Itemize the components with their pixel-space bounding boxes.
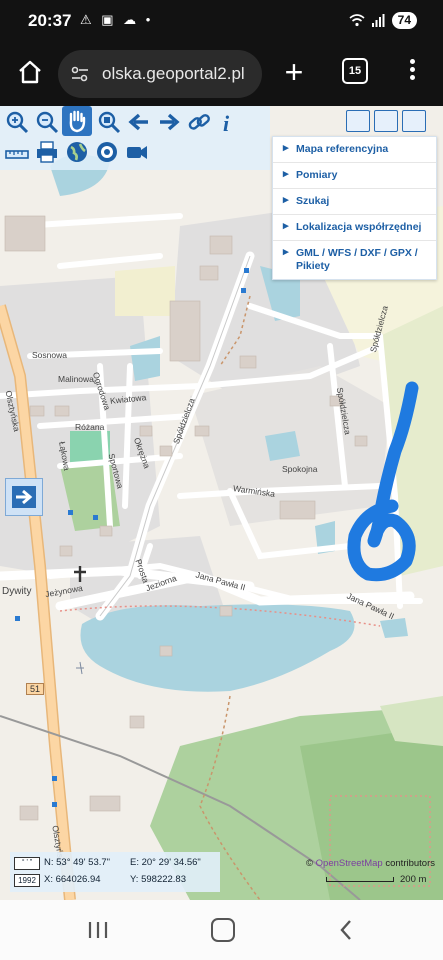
- svg-text:i: i: [223, 111, 230, 135]
- dms-format-toggle[interactable]: ° ' ": [14, 857, 40, 870]
- link-icon[interactable]: [186, 109, 212, 135]
- road-shield: 51: [26, 683, 45, 695]
- epsg-selector[interactable]: 1992: [14, 874, 40, 887]
- clock: 20:37: [28, 11, 72, 30]
- pan-hand-icon[interactable]: [62, 106, 92, 136]
- signal-icon: [371, 14, 385, 27]
- notification-icons: ⚠ ▣ ☁ •: [80, 12, 154, 27]
- osm-link[interactable]: OpenStreetMap: [316, 858, 383, 869]
- map-view[interactable]: Sosnowa Malinowa Kwiatowa Ogrodowa Różan…: [0, 106, 443, 900]
- site-settings-icon[interactable]: [70, 64, 90, 84]
- street-label: Spokojna: [282, 464, 318, 474]
- window-icon[interactable]: [346, 110, 370, 132]
- expand-panel-arrow-icon[interactable]: [5, 478, 43, 516]
- tools-menu: Mapa referencyjna Pomiary Szukaj Lokaliz…: [272, 136, 437, 280]
- zoom-window-icon[interactable]: [96, 109, 122, 135]
- url-bar[interactable]: olska.geoportal2.pl: [58, 50, 262, 98]
- scale-line: [326, 876, 394, 882]
- panel-controls: [346, 110, 426, 132]
- side-panel-icon[interactable]: [402, 110, 426, 132]
- menu-item-mapa-referencyjna[interactable]: Mapa referencyjna: [273, 137, 436, 163]
- battery-indicator: 74: [391, 12, 417, 29]
- target-icon[interactable]: [94, 139, 120, 165]
- attribution-rest: contributors: [382, 858, 435, 869]
- recent-apps-icon[interactable]: [87, 920, 109, 940]
- menu-item-pomiary[interactable]: Pomiary: [273, 163, 436, 189]
- home-nav-icon[interactable]: [211, 918, 235, 942]
- place-label: Dywity: [2, 586, 32, 597]
- export-icon[interactable]: [374, 110, 398, 132]
- new-tab-button[interactable]: +: [278, 52, 310, 92]
- coord-e: E: 20° 29' 34.56": [130, 857, 201, 868]
- map-attribution: © OpenStreetMap contributors: [306, 858, 435, 869]
- url-text: olska.geoportal2.pl: [102, 64, 245, 83]
- system-nav-bar: [0, 900, 443, 960]
- info-icon[interactable]: i: [214, 109, 240, 135]
- copyright-symbol: ©: [306, 858, 313, 869]
- back-nav-icon[interactable]: [338, 918, 354, 942]
- back-arrow-icon[interactable]: [126, 109, 152, 135]
- home-icon[interactable]: [16, 58, 44, 86]
- street-label: Sosnowa: [32, 350, 67, 360]
- coord-n: N: 53° 49' 53.7": [44, 857, 111, 868]
- status-bar: 20:37 ⚠ ▣ ☁ • 74: [0, 0, 443, 42]
- ruler-icon[interactable]: [4, 139, 30, 165]
- browser-toolbar: olska.geoportal2.pl + 15: [0, 42, 443, 106]
- forward-arrow-icon[interactable]: [156, 109, 182, 135]
- tab-switcher-button[interactable]: 15: [342, 58, 368, 84]
- scale-bar: 200 m: [326, 874, 426, 885]
- globe-icon[interactable]: [64, 139, 90, 165]
- coordinates-panel: ° ' " 1992 N: 53° 49' 53.7" E: 20° 29' 3…: [10, 852, 220, 892]
- wifi-icon: [349, 14, 365, 27]
- street-label: Malinowa: [58, 374, 94, 384]
- scale-label: 200 m: [400, 874, 427, 885]
- status-right: 74: [349, 12, 417, 29]
- menu-item-gml[interactable]: GML / WFS / DXF / GPX / Pikiety: [273, 241, 436, 279]
- map-toolbar: i: [0, 106, 270, 170]
- zoom-out-icon[interactable]: [34, 109, 60, 135]
- camera-icon[interactable]: [124, 139, 150, 165]
- coord-y: Y: 598222.83: [130, 874, 186, 885]
- browser-menu-button[interactable]: [404, 56, 420, 86]
- coord-x: X: 664026.94: [44, 874, 101, 885]
- menu-item-lokalizacja[interactable]: Lokalizacja współrzędnej: [273, 215, 436, 241]
- menu-item-szukaj[interactable]: Szukaj: [273, 189, 436, 215]
- street-label: Różana: [75, 422, 105, 432]
- zoom-in-icon[interactable]: [4, 109, 30, 135]
- print-icon[interactable]: [34, 139, 60, 165]
